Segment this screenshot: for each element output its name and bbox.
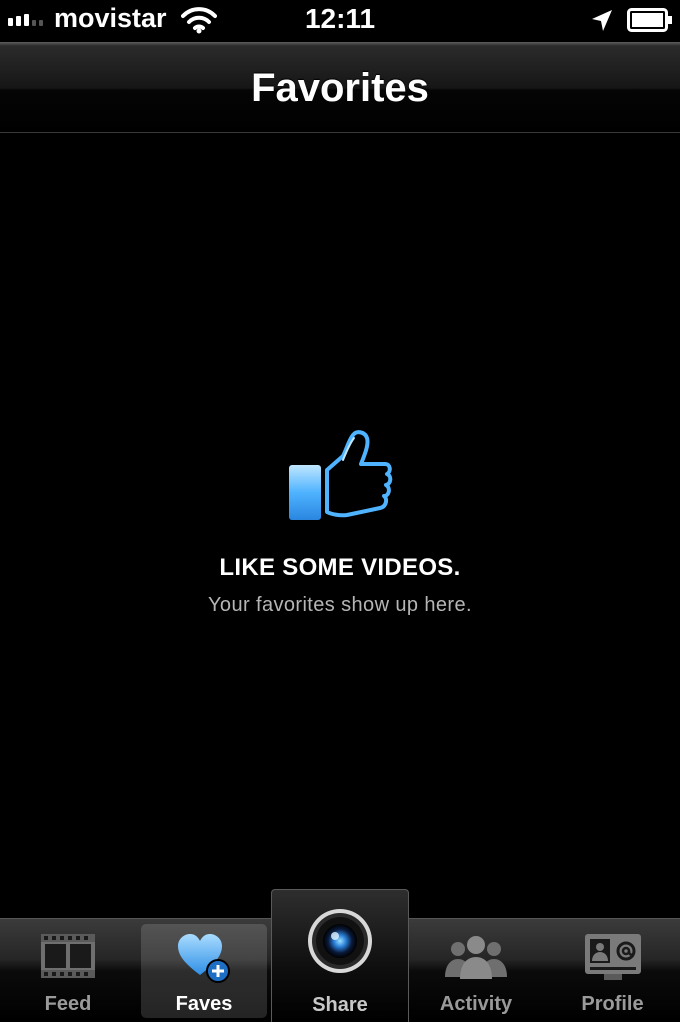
contact-card-icon (584, 934, 641, 980)
battery-icon (627, 8, 672, 32)
tab-label: Activity (439, 993, 513, 1015)
tab-profile[interactable]: Profile (545, 919, 680, 1021)
empty-state-title: LIKE SOME VIDEOS. (219, 554, 461, 581)
status-time: 12:11 (304, 3, 376, 34)
film-strip-icon (41, 934, 95, 978)
tab-label: Profile (581, 993, 644, 1015)
people-icon (445, 936, 507, 979)
tab-faves[interactable]: Faves (141, 919, 267, 1021)
tab-bar: Feed Faves Share Activity Profile (0, 889, 680, 1022)
empty-state-subtitle: Your favorites show up here. (208, 594, 472, 616)
tab-activity[interactable]: Activity (410, 919, 542, 1021)
tab-label: Feed (44, 993, 92, 1015)
location-arrow-icon (592, 10, 612, 31)
tab-feed[interactable]: Feed (0, 919, 136, 1021)
tab-share[interactable]: Share (271, 889, 409, 1022)
thumbs-up-icon (289, 430, 393, 520)
navigation-bar: Favorites (0, 42, 680, 133)
status-bar: movistar 12:11 (0, 0, 680, 42)
page-title: Favorites (251, 66, 429, 110)
camera-lens-icon (308, 909, 372, 973)
empty-state: LIKE SOME VIDEOS. Your favorites show up… (0, 430, 680, 617)
tab-label: Share (312, 994, 368, 1016)
tab-label: Faves (175, 993, 233, 1015)
heart-plus-icon (178, 934, 230, 983)
